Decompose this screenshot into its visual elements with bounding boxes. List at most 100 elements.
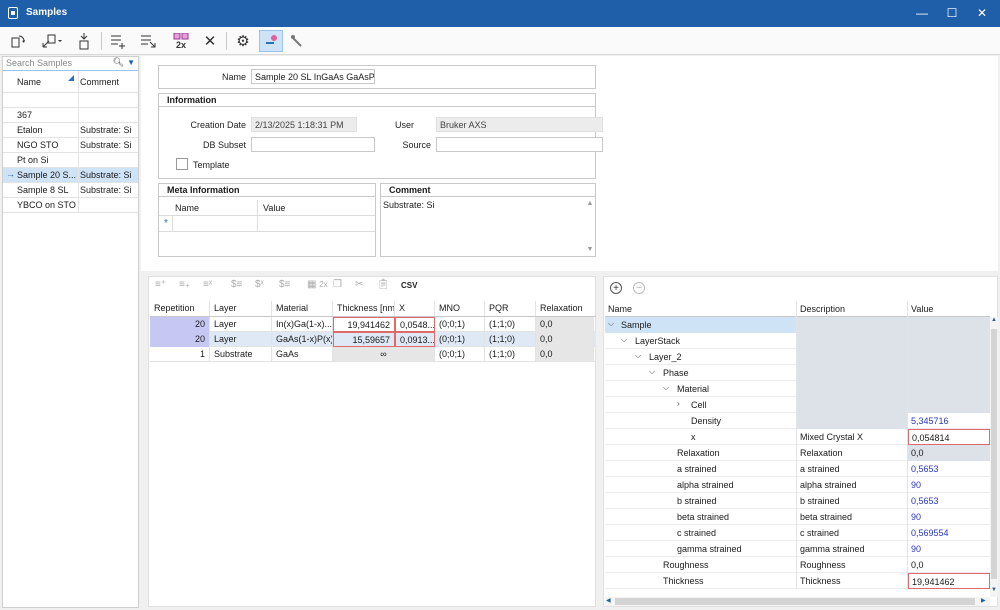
col-comment-header[interactable]: Comment xyxy=(80,77,138,87)
search-icon[interactable]: 🔍︎ xyxy=(113,57,124,68)
scroll-down-icon[interactable]: ▼ xyxy=(990,587,998,593)
list-item[interactable]: 367 xyxy=(3,108,138,123)
tree-col-value[interactable]: Value xyxy=(908,301,990,317)
collapse-icon[interactable]: ⌵ xyxy=(663,383,669,393)
tree-node-layerstack[interactable]: ⌵ LayerStack xyxy=(605,333,990,349)
remove-layer-button[interactable]: ≡ˣ xyxy=(203,279,212,297)
meta-new-row[interactable]: * xyxy=(159,216,375,232)
collapse-icon[interactable]: ⌵ xyxy=(608,319,614,329)
db-subset-field[interactable] xyxy=(251,137,375,152)
insert-layer-button[interactable]: ≡₊ xyxy=(179,279,190,297)
title-bar: Samples — ☐ ✕ xyxy=(0,0,1000,27)
comment-text[interactable]: Substrate: Si xyxy=(383,200,435,210)
add-property-button[interactable]: + xyxy=(610,282,622,294)
add-list-button[interactable] xyxy=(106,30,130,52)
table-row[interactable]: 20 Layer In(x)Ga(1-x)... 19,941462 0,054… xyxy=(150,317,596,332)
add-icon: + xyxy=(613,283,619,294)
move-list-button[interactable] xyxy=(136,30,160,52)
col-thickness[interactable]: Thickness [nm] xyxy=(333,301,395,316)
col-repetition[interactable]: Repetition xyxy=(150,301,210,316)
list-item[interactable]: Sample 8 SL Substrate: Si xyxy=(3,183,138,198)
tree-node-material[interactable]: ⌵ Material xyxy=(605,381,990,397)
tree-node-a-strained[interactable]: a strained a strained 0,5653 xyxy=(605,461,990,477)
tree-node-cell[interactable]: › Cell xyxy=(605,397,990,413)
collapse-icon[interactable]: ⌵ xyxy=(635,351,641,361)
duplicate-layer-label: 2x xyxy=(319,280,328,289)
ungroup-layer-button[interactable]: $ˣ xyxy=(255,279,264,297)
col-mno[interactable]: MNO xyxy=(435,301,485,316)
table-row-selected[interactable]: 20 Layer GaAs(1-x)P(x) 15,59657 0,0913..… xyxy=(150,332,596,347)
scroll-up-icon[interactable]: ▲ xyxy=(990,317,998,323)
duplicate-2x-button[interactable]: 2x xyxy=(168,30,194,52)
tree-node-alpha-strained[interactable]: alpha strained alpha strained 90 xyxy=(605,477,990,493)
search-dropdown-icon[interactable]: ▼ xyxy=(127,58,135,67)
name-field[interactable]: Sample 20 SL InGaAs GaAsP xyxy=(251,69,375,84)
maximize-button[interactable]: ☐ xyxy=(938,4,966,22)
tree-node-thickness[interactable]: Thickness Thickness 19,941462 xyxy=(605,573,990,589)
tools-button[interactable] xyxy=(285,30,309,52)
close-window-button[interactable]: ✕ xyxy=(968,4,996,22)
tree-node-density[interactable]: Density 5,345716 xyxy=(605,413,990,429)
meta-col-value[interactable]: Value xyxy=(263,203,285,213)
search-samples-input[interactable]: Search Samples 🔍︎ ▼ xyxy=(3,57,138,71)
collapse-icon[interactable]: ⌵ xyxy=(621,335,627,345)
list-item[interactable]: NGO STO Substrate: Si xyxy=(3,138,138,153)
list-item-selected[interactable]: → Sample 20 S... Substrate: Si xyxy=(3,168,138,183)
export-csv-button[interactable]: CSV xyxy=(401,281,417,299)
col-layer[interactable]: Layer xyxy=(210,301,272,316)
delete-button[interactable]: ✕ xyxy=(198,30,222,52)
regroup-layer-button[interactable]: $≡ xyxy=(279,279,290,297)
col-material[interactable]: Material xyxy=(272,301,333,316)
list-item[interactable]: Pt on Si xyxy=(3,153,138,168)
tree-vertical-scrollbar[interactable]: ▲ ▼ xyxy=(990,317,998,597)
duplicate-layer-button[interactable]: ▦ 2x xyxy=(307,279,328,297)
import-sample-button[interactable] xyxy=(72,30,96,52)
list-item[interactable]: Etalon Substrate: Si xyxy=(3,123,138,138)
information-header: Information xyxy=(159,94,595,107)
col-pqr[interactable]: PQR xyxy=(485,301,536,316)
collapse-icon[interactable]: ⌵ xyxy=(649,367,655,377)
copy-layer-button[interactable]: ❐ xyxy=(333,279,342,297)
tree-node-sample[interactable]: ⌵ Sample xyxy=(605,317,990,333)
tree-node-b-strained[interactable]: b strained b strained 0,5653 xyxy=(605,493,990,509)
scroll-left-icon[interactable]: ◀ xyxy=(606,597,611,604)
tree-node-beta-strained[interactable]: beta strained beta strained 90 xyxy=(605,509,990,525)
tree-node-x[interactable]: x Mixed Crystal X 0,054814 xyxy=(605,429,990,445)
scroll-down-icon[interactable]: ▼ xyxy=(586,246,594,253)
tree-col-name[interactable]: Name xyxy=(605,301,797,317)
add-layer-button[interactable]: ≡⁺ xyxy=(155,279,166,297)
scroll-right-icon[interactable]: ▶ xyxy=(981,597,986,604)
group-layer-button[interactable]: $≡ xyxy=(231,279,242,297)
source-field[interactable] xyxy=(436,137,603,152)
tag-icon xyxy=(266,35,277,44)
property-tree-panel: + − Name Description Value ⌵ Sample ⌵ Laye… xyxy=(603,276,998,607)
refresh-sample-button[interactable] xyxy=(6,30,30,52)
copy-layer-icon: ❐ xyxy=(333,279,342,290)
col-x[interactable]: X xyxy=(395,301,435,316)
tree-node-relaxation[interactable]: Relaxation Relaxation 0,0 xyxy=(605,445,990,461)
tree-node-gamma-strained[interactable]: gamma strained gamma strained 90 xyxy=(605,541,990,557)
tree-horizontal-scrollbar[interactable]: ◀ ▶ xyxy=(605,597,990,606)
template-checkbox[interactable] xyxy=(176,158,188,170)
tag-button[interactable] xyxy=(259,30,283,52)
scrollbar-thumb[interactable] xyxy=(615,598,975,605)
tree-node-layer-2[interactable]: ⌵ Layer_2 xyxy=(605,349,990,365)
tree-node-c-strained[interactable]: c strained c strained 0,569554 xyxy=(605,525,990,541)
tree-col-description[interactable]: Description xyxy=(797,301,908,317)
remove-property-button[interactable]: − xyxy=(633,282,645,294)
expand-icon[interactable]: › xyxy=(677,399,680,408)
cut-layer-button[interactable]: ✂ xyxy=(355,279,363,297)
scroll-up-icon[interactable]: ▲ xyxy=(586,200,594,207)
settings-button[interactable]: ⚙ xyxy=(231,30,255,52)
tree-node-roughness[interactable]: Roughness Roughness 0,0 xyxy=(605,557,990,573)
table-row[interactable]: 1 Substrate GaAs ∞ (0;0;1) (1;1;0) 0,0 xyxy=(150,347,596,362)
list-item[interactable]: YBCO on STO xyxy=(3,198,138,213)
meta-col-name[interactable]: Name xyxy=(175,203,199,213)
col-relaxation[interactable]: Relaxation xyxy=(536,301,594,316)
export-sample-button[interactable] xyxy=(36,30,66,52)
paste-layer-button[interactable]: 📋︎ xyxy=(377,279,390,297)
scrollbar-thumb[interactable] xyxy=(991,329,997,579)
minimize-button[interactable]: — xyxy=(908,4,936,22)
tree-node-phase[interactable]: ⌵ Phase xyxy=(605,365,990,381)
list-item[interactable] xyxy=(3,93,138,108)
